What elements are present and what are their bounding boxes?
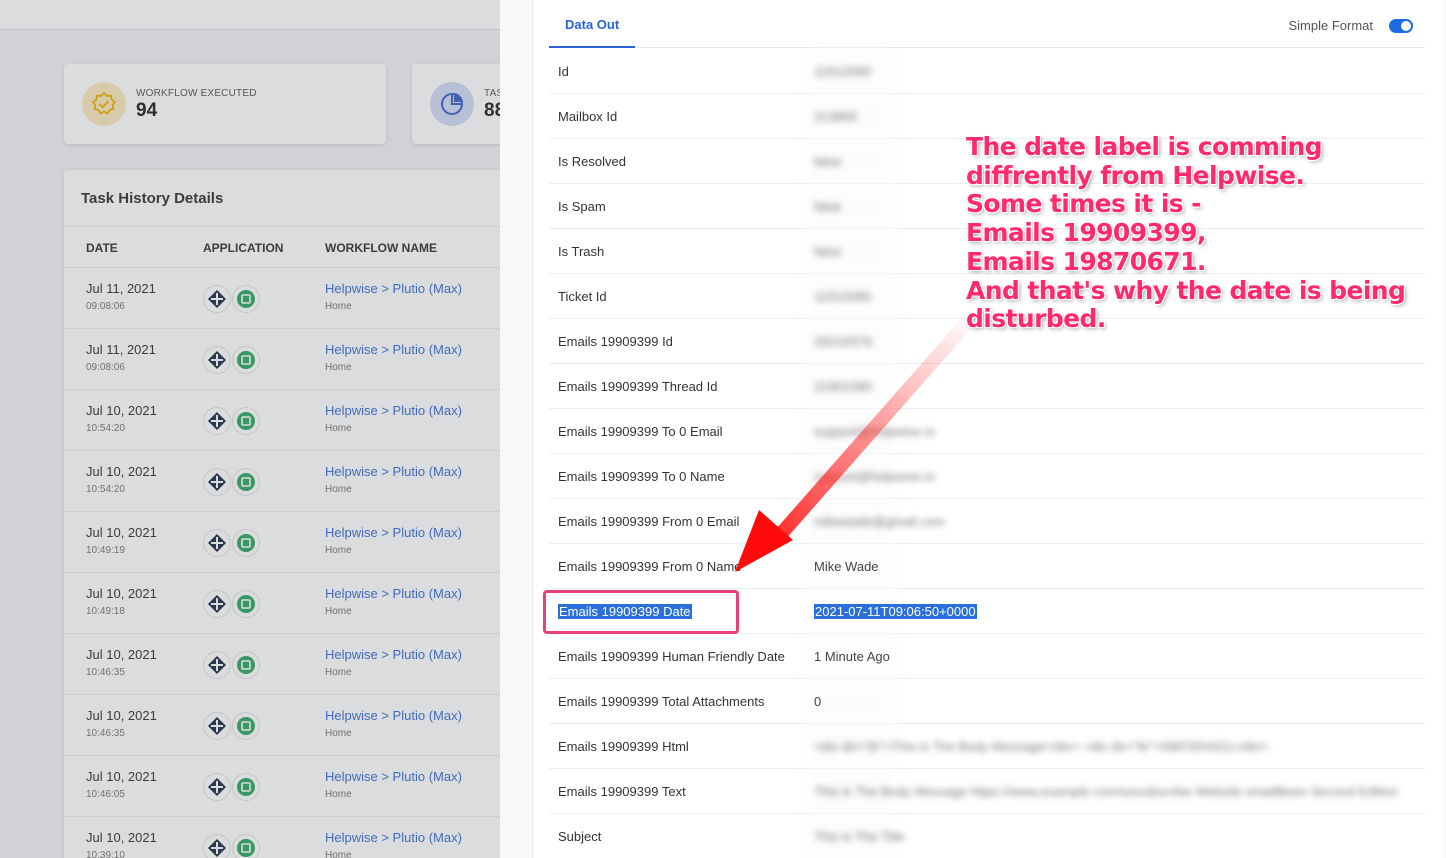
field-value-text: This is The Body Message https://www.exa… — [814, 784, 1399, 799]
data-field-row: Emails 19909399 From 0 Email mikewade@gma… — [549, 499, 1425, 544]
field-value-text: 213865 — [814, 109, 858, 124]
task-detail-drawer: Data Out Simple Format Id 11912080 Mailbox… — [500, 0, 1446, 858]
field-key-text: Is Resolved — [558, 154, 626, 169]
field-value: support@helpwise.io — [814, 424, 935, 439]
annotation-line: Emails 19870671. — [966, 246, 1206, 276]
field-value-text: support@helpwise.io — [814, 469, 935, 484]
field-key: Is Resolved — [558, 154, 626, 169]
field-key-text: Ticket Id — [558, 289, 607, 304]
field-value-text: false — [814, 244, 842, 259]
field-key-text: Emails 19909399 Id — [558, 334, 673, 349]
field-key-text: Subject — [558, 829, 602, 844]
field-value-text: 0 — [814, 694, 822, 709]
field-value: 11912080 — [814, 64, 871, 79]
field-value: mikewade@gmail.com — [814, 514, 945, 529]
field-value-text: false — [814, 199, 842, 214]
field-key: Emails 19909399 Id — [558, 334, 673, 349]
field-key-text: Emails 19909399 From 0 Name — [558, 559, 742, 574]
field-key: Emails 19909399 To 0 Name — [558, 469, 725, 484]
field-value: 213865 — [814, 109, 857, 124]
field-key: Emails 19909399 Human Friendly Date — [558, 649, 785, 664]
field-key: Is Spam — [558, 199, 606, 214]
tab-data-out-label: Data Out — [565, 17, 620, 32]
tab-data-out[interactable]: Data Out — [549, 0, 635, 48]
field-key-text: Emails 19909399 Thread Id — [558, 379, 718, 394]
field-key-text: Is Trash — [558, 244, 605, 259]
background-app: WORKFLOW EXECUTED 94 TAS 88 Task History… — [0, 0, 500, 858]
field-value: <div dir="ltr">This is The Body Message<… — [814, 739, 1269, 754]
field-key-text: Mailbox Id — [558, 109, 618, 124]
field-key-text: Emails 19909399 Human Friendly Date — [558, 649, 785, 664]
annotation-line: disturbed. — [966, 304, 1106, 334]
data-field-row: Subject This is The Title — [549, 814, 1425, 858]
field-value: support@helpwise.io — [814, 469, 935, 484]
field-key: Emails 19909399 From 0 Email — [558, 514, 739, 529]
field-value-text: Mike Wade — [814, 559, 879, 574]
field-value: 11912080 — [814, 289, 871, 304]
field-value: false — [814, 199, 841, 214]
data-field-row: Emails 19909399 Html <div dir="ltr">This … — [549, 724, 1425, 769]
data-out-panel: Data Out Simple Format Id 11912080 Mailbox… — [532, 0, 1444, 858]
tab-bar: Data Out Simple Format — [549, 0, 1425, 48]
field-value: 21901580 — [814, 379, 872, 394]
annotation-line: diffrently from Helpwise. — [966, 160, 1305, 190]
field-value: This is The Title — [814, 829, 905, 844]
field-key: Emails 19909399 To 0 Email — [558, 424, 723, 439]
field-key: Is Trash — [558, 244, 604, 259]
simple-format-toggle[interactable] — [1389, 19, 1413, 33]
field-value: false — [814, 154, 841, 169]
field-value: 0 — [814, 694, 821, 709]
field-value: 26019376 — [814, 334, 872, 349]
field-value-text: 11912080 — [814, 64, 871, 79]
field-value-text: support@helpwise.io — [814, 424, 935, 439]
field-key: Emails 19909399 From 0 Name — [558, 559, 742, 574]
field-value: false — [814, 244, 841, 259]
field-value-text: 2021-07-11T09:06:50+0000 — [814, 604, 977, 619]
field-key: Emails 19909399 Text — [558, 784, 686, 799]
field-key: Ticket Id — [558, 289, 607, 304]
field-key-text: Emails 19909399 To 0 Email — [558, 424, 723, 439]
field-key-text: Emails 19909399 Total Attachments — [558, 694, 765, 709]
data-field-row: Emails 19909399 Thread Id 21901580 — [549, 364, 1425, 409]
annotation-line: The date label is comming — [966, 132, 1323, 161]
annotation-note: The date label is comming diffrently fro… — [966, 132, 1406, 334]
field-key: Mailbox Id — [558, 109, 617, 124]
drawer-backdrop[interactable] — [0, 0, 500, 858]
field-value-text: 11912080 — [814, 289, 871, 304]
field-value-text: <div dir="ltr">This is The Body Message<… — [814, 739, 1269, 754]
field-key: Emails 19909399 Total Attachments — [558, 694, 764, 709]
field-value-text: 1 Minute Ago — [814, 649, 890, 664]
field-value-text: This is The Title — [814, 829, 905, 844]
field-value: This is The Body Message https://www.exa… — [814, 784, 1398, 799]
data-field-row: Emails 19909399 From 0 Name Mike Wade — [549, 544, 1425, 589]
field-value-text: mikewade@gmail.com — [814, 514, 945, 529]
field-key: Subject — [558, 829, 601, 844]
annotation-line: And that's why the date is being — [966, 275, 1406, 305]
field-key: Emails 19909399 Html — [558, 739, 689, 754]
data-field-row: Emails 19909399 To 0 Name support@helpwis… — [549, 454, 1425, 499]
field-value-text: false — [814, 154, 842, 169]
field-key-text: Emails 19909399 To 0 Name — [558, 469, 725, 484]
field-key: Emails 19909399 Thread Id — [558, 379, 717, 394]
date-highlight-box — [543, 590, 739, 634]
field-key-text: Emails 19909399 Text — [558, 784, 686, 799]
field-value: 2021-07-11T09:06:50+0000 — [814, 604, 977, 619]
annotation-line: Some times it is - — [966, 189, 1202, 219]
data-field-row: Emails 19909399 Total Attachments 0 — [549, 679, 1425, 724]
field-key-text: Id — [558, 64, 569, 79]
field-key: Id — [558, 64, 569, 79]
data-field-row: Emails 19909399 Text This is The Body Mes… — [549, 769, 1425, 814]
field-value-text: 26019376 — [814, 334, 872, 349]
data-field-row: Id 11912080 — [549, 49, 1425, 94]
field-value: Mike Wade — [814, 559, 879, 574]
field-value-text: 21901580 — [814, 379, 872, 394]
data-field-row: Emails 19909399 Human Friendly Date 1 Min… — [549, 634, 1425, 679]
field-key-text: Emails 19909399 Html — [558, 739, 689, 754]
annotation-line: Emails 19909399, — [966, 218, 1206, 248]
data-field-row: Emails 19909399 To 0 Email support@helpwi… — [549, 409, 1425, 454]
simple-format-label: Simple Format — [1288, 18, 1373, 33]
field-key-text: Is Spam — [558, 199, 606, 214]
field-key-text: Emails 19909399 From 0 Email — [558, 514, 740, 529]
field-value: 1 Minute Ago — [814, 649, 890, 664]
